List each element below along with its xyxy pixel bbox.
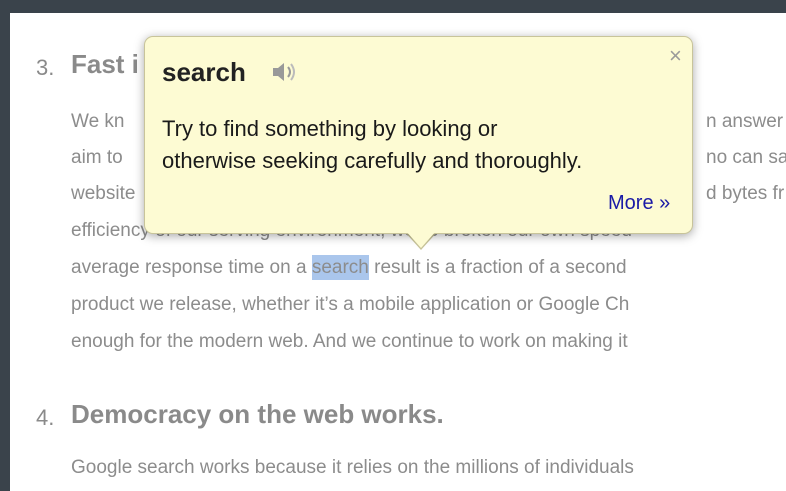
paragraph-line-start: average response time on a — [71, 257, 312, 278]
popup-definition: Try to find something by looking or othe… — [162, 113, 682, 177]
paragraph-line: aim to — [71, 147, 123, 168]
paragraph-line: Google search works because it relies on… — [71, 457, 634, 478]
highlighted-word[interactable]: search — [311, 255, 369, 280]
definition-line: Try to find something by looking or — [162, 116, 498, 141]
item-number: 3. — [36, 55, 55, 80]
popup-word: search — [162, 57, 246, 87]
paragraph-fragment: n answer — [706, 111, 784, 132]
item-title: Democracy on the web works. — [71, 399, 444, 429]
paragraph-fragment: d bytes fr — [706, 183, 785, 204]
close-icon[interactable]: × — [669, 43, 682, 69]
popup-arrow-fill — [405, 230, 437, 248]
paragraph-line-end: result is a fraction of a second — [368, 257, 627, 278]
paragraph-line: product we release, whether it’s a mobil… — [71, 294, 630, 315]
speaker-icon[interactable] — [270, 59, 300, 85]
paragraph-line: enough for the modern web. And we contin… — [71, 331, 628, 352]
definition-line: otherwise seeking carefully and thorough… — [162, 148, 583, 173]
paragraph-line: website — [71, 183, 136, 204]
paragraph-line: average response time on a search result… — [71, 255, 627, 280]
dictionary-popup: search × Try to find something by lookin… — [144, 36, 693, 234]
item-number: 4. — [36, 405, 55, 430]
item-title: Fast i — [71, 49, 139, 79]
paragraph-fragment: no can sa — [706, 147, 786, 168]
more-link[interactable]: More » — [608, 192, 670, 215]
paragraph-line: We kn — [71, 111, 125, 132]
